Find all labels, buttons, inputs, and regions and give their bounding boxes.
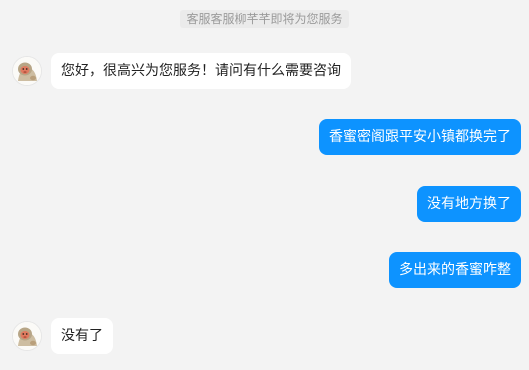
message-row-agent: 您好，很高兴为您服务！请问有什么需要咨询 xyxy=(0,53,529,89)
message-bubble-user: 多出来的香蜜咋整 xyxy=(389,252,521,288)
message-bubble-user: 没有地方换了 xyxy=(417,186,521,222)
agent-avatar[interactable] xyxy=(12,321,42,351)
message-row-agent: 没有了 xyxy=(0,318,529,354)
system-notice: 客服客服柳芊芊即将为您服务 xyxy=(0,8,529,28)
message-row-user: 香蜜密阁跟平安小镇都换完了 xyxy=(0,119,529,155)
monkey-avatar-icon xyxy=(13,57,41,85)
system-notice-text: 客服客服柳芊芊即将为您服务 xyxy=(180,10,349,28)
monkey-avatar-icon xyxy=(13,322,41,350)
message-row-user: 没有地方换了 xyxy=(0,186,529,222)
message-bubble-agent: 没有了 xyxy=(51,318,113,354)
message-row-user: 多出来的香蜜咋整 xyxy=(0,252,529,288)
agent-avatar[interactable] xyxy=(12,56,42,86)
message-bubble-user: 香蜜密阁跟平安小镇都换完了 xyxy=(319,119,521,155)
message-bubble-agent: 您好，很高兴为您服务！请问有什么需要咨询 xyxy=(51,53,351,89)
